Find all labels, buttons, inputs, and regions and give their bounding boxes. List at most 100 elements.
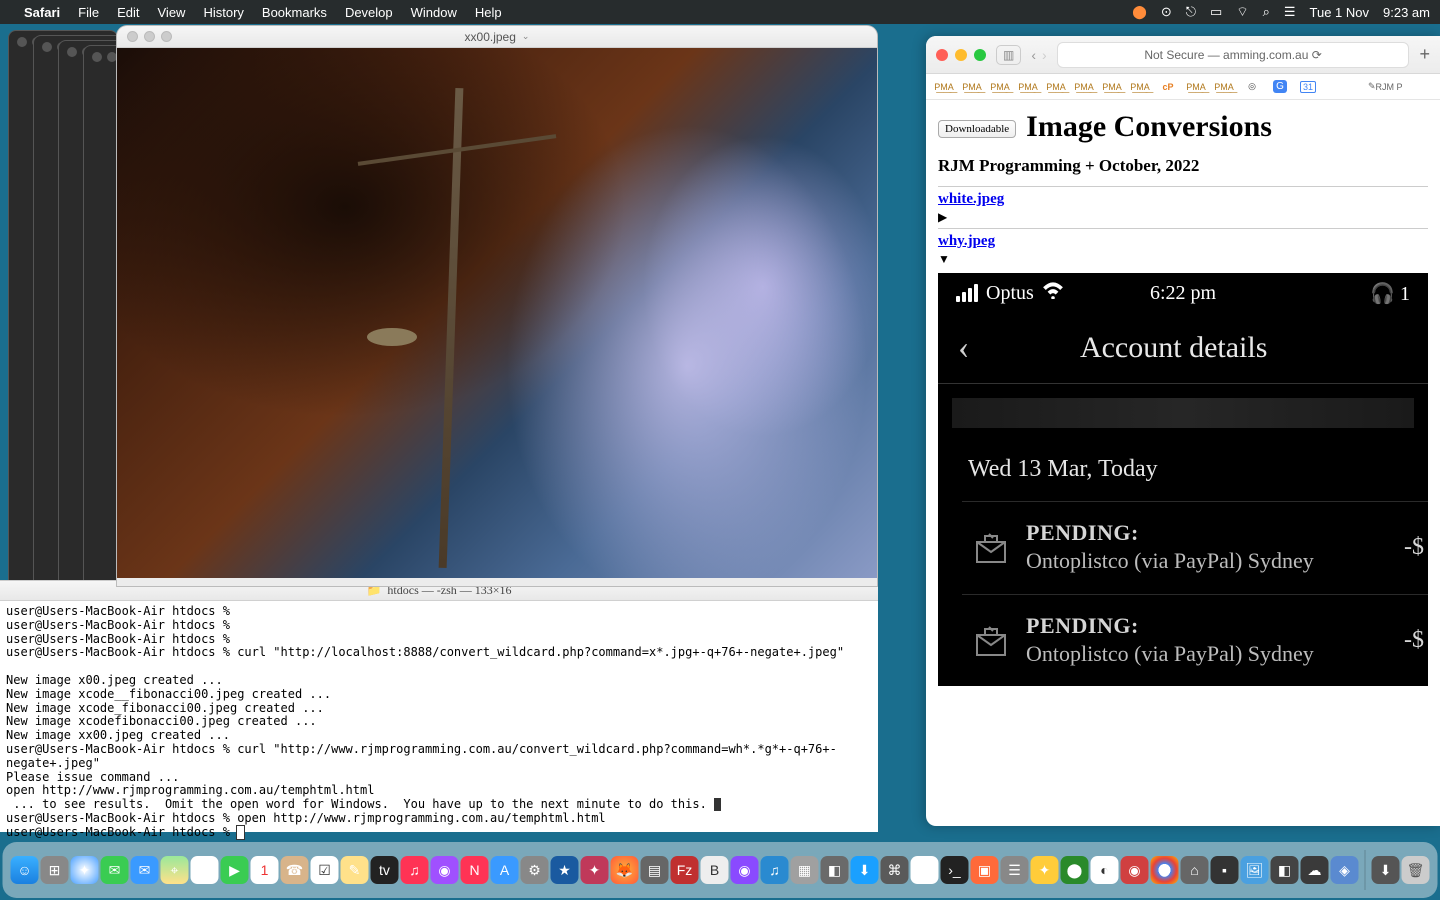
dock-tv-icon[interactable]: tv [371, 856, 399, 884]
menu-file[interactable]: File [78, 5, 99, 20]
forward-button[interactable]: › [1042, 47, 1047, 63]
control-center-icon[interactable]: ☰ [1284, 4, 1296, 20]
dock-preview-icon[interactable]: 🖼 [1241, 856, 1269, 884]
downloadable-button[interactable]: Downloadable [938, 120, 1016, 138]
dock-app-icon[interactable]: ◐ [1091, 856, 1119, 884]
menu-view[interactable]: View [158, 5, 186, 20]
menu-develop[interactable]: Develop [345, 5, 393, 20]
link-why-jpeg[interactable]: why.jpeg [938, 233, 995, 249]
dock-calendar-icon[interactable]: 1 [251, 856, 279, 884]
dock-app-icon[interactable]: ☁ [1301, 856, 1329, 884]
sidebar-toggle-icon[interactable]: ▥ [996, 45, 1021, 65]
transaction-row[interactable]: PENDING: Ontoplistco (via PayPal) Sydney… [962, 501, 1428, 594]
dock-news-icon[interactable]: N [461, 856, 489, 884]
preview-titlebar[interactable]: xx00.jpeg ⌄ [117, 26, 877, 48]
new-tab-button[interactable]: + [1419, 44, 1430, 65]
dock-reminders-icon[interactable]: ☑ [311, 856, 339, 884]
fav-pma-icon[interactable]: P͟M͟A͟ [932, 78, 956, 96]
fav-pma-icon[interactable]: P͟M͟A͟ [1044, 78, 1068, 96]
reload-icon[interactable]: ⟳ [1312, 48, 1322, 62]
back-icon[interactable]: ‹ [958, 329, 969, 367]
battery-icon[interactable]: ▭ [1210, 4, 1222, 20]
dock-trash-icon[interactable]: 🗑 [1402, 856, 1430, 884]
dock-app-icon[interactable]: ◉ [731, 856, 759, 884]
dock-notes-icon[interactable]: ✎ [341, 856, 369, 884]
dock-app-icon[interactable]: ◧ [1271, 856, 1299, 884]
app-indicator-icon[interactable]: ⬤ [1132, 4, 1147, 20]
dock-app-icon[interactable]: ⬤ [1061, 856, 1089, 884]
dock-app-icon[interactable]: ▤ [641, 856, 669, 884]
fav-calendar-icon[interactable]: 31 [1296, 78, 1320, 96]
dock-photos-icon[interactable]: ✿ [191, 856, 219, 884]
dock-app-icon[interactable]: B [701, 856, 729, 884]
dock-mail-icon[interactable]: ✉ [131, 856, 159, 884]
dock-contacts-icon[interactable]: ☎ [281, 856, 309, 884]
dock-finder-icon[interactable]: ☺ [11, 856, 39, 884]
dock-music-icon[interactable]: ♫ [401, 856, 429, 884]
fav-cpanel-icon[interactable]: cP [1156, 78, 1180, 96]
dock-app-icon[interactable]: ▦ [791, 856, 819, 884]
dock-app-icon[interactable]: ⬇ [851, 856, 879, 884]
dock-app-icon[interactable]: ⌂ [1181, 856, 1209, 884]
dock-app-icon[interactable]: ★ [551, 856, 579, 884]
dock-app-icon[interactable]: ⌘ [881, 856, 909, 884]
safari-window[interactable]: ▥ ‹ › Not Secure — amming.com.au ⟳ + P͟M… [926, 36, 1440, 826]
dock-app-icon[interactable]: ◉ [1121, 856, 1149, 884]
bluetooth-icon[interactable]: ⎋ [1186, 4, 1196, 20]
fav-pma-icon[interactable]: P͟M͟A͟ [1100, 78, 1124, 96]
back-button[interactable]: ‹ [1031, 47, 1036, 63]
dock-firefox-icon[interactable]: 🦊 [611, 856, 639, 884]
dock-downloads-icon[interactable]: ⬇ [1372, 856, 1400, 884]
menu-help[interactable]: Help [475, 5, 502, 20]
link-white-jpeg[interactable]: white.jpeg [938, 191, 1004, 207]
menu-edit[interactable]: Edit [117, 5, 139, 20]
dock-messages-icon[interactable]: ✉ [101, 856, 129, 884]
dock-launchpad-icon[interactable]: ⊞ [41, 856, 69, 884]
disclosure-closed-icon[interactable]: ▶ [938, 210, 1428, 225]
url-bar[interactable]: Not Secure — amming.com.au ⟳ [1057, 42, 1410, 68]
dock-chrome-icon[interactable]: ◉ [1151, 856, 1179, 884]
dock-app-icon[interactable]: ◎ [911, 856, 939, 884]
terminal-window[interactable]: 📁 htdocs — -zsh — 133×16 user@Users-MacB… [0, 580, 878, 832]
fav-pma-icon[interactable]: P͟M͟A͟ [988, 78, 1012, 96]
menubar-time[interactable]: 9:23 am [1383, 5, 1430, 20]
dock-safari-icon[interactable]: ✦ [71, 856, 99, 884]
fav-pma-icon[interactable]: P͟M͟A͟ [1072, 78, 1096, 96]
traffic-lights[interactable] [936, 49, 986, 61]
fav-edit-icon[interactable]: ✎ RJM P [1368, 78, 1403, 96]
dock-filezilla-icon[interactable]: Fz [671, 856, 699, 884]
terminal-output[interactable]: user@Users-MacBook-Air htdocs % user@Use… [0, 601, 878, 844]
dock-app-icon[interactable]: ◧ [821, 856, 849, 884]
fav-pma-icon[interactable]: P͟M͟A͟ [960, 78, 984, 96]
dock-app-icon[interactable]: ✦ [1031, 856, 1059, 884]
dock-app-icon[interactable]: ♫ [761, 856, 789, 884]
menubar-date[interactable]: Tue 1 Nov [1310, 5, 1370, 20]
fav-google-icon[interactable]: G [1268, 78, 1292, 96]
search-icon[interactable]: ⌕ [1263, 4, 1270, 20]
dock-terminal-icon[interactable]: ›_ [941, 856, 969, 884]
media-icon[interactable]: ⊙ [1161, 4, 1172, 20]
dock-app-icon[interactable]: ▣ [971, 856, 999, 884]
fav-pma-icon[interactable]: P͟M͟A͟ [1212, 78, 1236, 96]
dock-app-icon[interactable]: ✦ [581, 856, 609, 884]
favorites-bar[interactable]: P͟M͟A͟ P͟M͟A͟ P͟M͟A͟ P͟M͟A͟ P͟M͟A͟ P͟M͟A… [926, 74, 1440, 100]
menu-bookmarks[interactable]: Bookmarks [262, 5, 327, 20]
fav-generic-icon[interactable]: ◎ [1240, 78, 1264, 96]
wifi-icon[interactable]: ⌔ [1236, 4, 1248, 20]
app-name[interactable]: Safari [24, 5, 60, 20]
fav-pma-icon[interactable]: P͟M͟A͟ [1016, 78, 1040, 96]
dock-appstore-icon[interactable]: A [491, 856, 519, 884]
dock-maps-icon[interactable]: ⌖ [161, 856, 189, 884]
dock-app-icon[interactable]: ☰ [1001, 856, 1029, 884]
disclosure-open-icon[interactable]: ▼ [938, 252, 1428, 267]
fav-pma-icon[interactable]: P͟M͟A͟ [1128, 78, 1152, 96]
menu-history[interactable]: History [203, 5, 243, 20]
transaction-row[interactable]: PENDING: Ontoplistco (via PayPal) Sydney… [962, 594, 1428, 687]
phone-tab-bar[interactable] [952, 398, 1414, 428]
preview-window[interactable]: xx00.jpeg ⌄ [117, 26, 877, 586]
dock[interactable]: ☺ ⊞ ✦ ✉ ✉ ⌖ ✿ ▶ 1 ☎ ☑ ✎ tv ♫ ◉ N A ⚙ ★ ✦… [3, 842, 1438, 898]
menu-window[interactable]: Window [411, 5, 457, 20]
chevron-down-icon[interactable]: ⌄ [522, 31, 530, 42]
dock-settings-icon[interactable]: ⚙ [521, 856, 549, 884]
dock-app-icon[interactable]: ◈ [1331, 856, 1359, 884]
